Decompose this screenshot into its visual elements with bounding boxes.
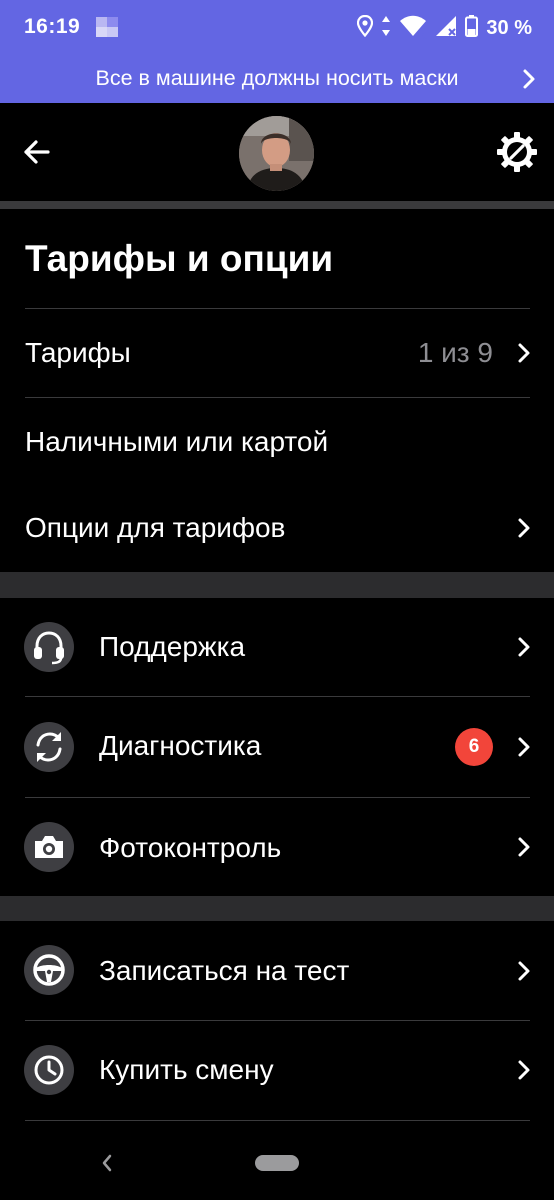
support-label: Поддержка	[99, 631, 246, 662]
test-signup-row[interactable]: Записаться на тест	[0, 921, 554, 1020]
payment-method-label: Наличными или картой	[25, 426, 329, 457]
tariffs-label: Тарифы	[25, 337, 131, 368]
status-time: 16:19	[24, 15, 81, 38]
top-bar: 16:19 5 30 % Все в машине должны носить …	[0, 0, 554, 103]
battery-icon	[465, 14, 479, 42]
refresh-icon	[24, 722, 74, 772]
data-arrows-icon	[381, 15, 391, 42]
diagnostics-row[interactable]: Диагностика 6	[0, 697, 554, 797]
section-separator	[0, 896, 554, 921]
support-row[interactable]: Поддержка	[0, 598, 554, 696]
wifi-icon: 5	[399, 15, 427, 42]
chevron-right-icon	[518, 961, 530, 981]
chevron-right-icon	[518, 518, 530, 538]
payment-method-row[interactable]: Наличными или картой	[0, 398, 554, 486]
test-signup-label: Записаться на тест	[99, 955, 350, 986]
headset-icon	[24, 622, 74, 672]
buy-shift-row[interactable]: Купить смену	[0, 1021, 554, 1120]
banner-text: Все в машине должны носить маски	[95, 66, 459, 90]
arrow-left-icon[interactable]	[22, 137, 52, 167]
photo-control-row[interactable]: Фотоконтроль	[0, 798, 554, 896]
page-title: Тарифы и опции	[25, 238, 334, 279]
status-icons: 5 30 %	[357, 14, 532, 42]
steering-wheel-icon	[24, 945, 74, 995]
diagnostics-label: Диагностика	[99, 730, 262, 761]
notification-badge: 6	[455, 728, 493, 766]
tariff-options-row[interactable]: Опции для тарифов	[0, 486, 554, 572]
chevron-right-icon	[518, 637, 530, 657]
app-notification-icon	[96, 17, 118, 37]
signal-icon	[435, 15, 457, 42]
gear-icon[interactable]	[496, 131, 538, 173]
tariffs-count: 1 из 9	[417, 337, 493, 368]
nav-home-pill[interactable]	[255, 1155, 299, 1171]
app-header	[0, 103, 554, 201]
camera-icon	[24, 822, 74, 872]
nav-back-icon[interactable]	[100, 1153, 114, 1173]
status-bar: 16:19 5 30 %	[0, 0, 554, 56]
wifi-label: 5	[421, 30, 428, 42]
tariffs-row[interactable]: Тарифы 1 из 9	[0, 309, 554, 397]
photo-control-label: Фотоконтроль	[99, 832, 282, 863]
chevron-right-icon	[518, 737, 530, 757]
masks-banner[interactable]: Все в машине должны носить маски	[0, 56, 554, 103]
buy-shift-label: Купить смену	[99, 1054, 274, 1085]
divider	[25, 1120, 530, 1121]
header-divider	[0, 201, 554, 209]
location-icon	[357, 14, 374, 42]
system-nav-bar	[0, 1122, 554, 1200]
chevron-right-icon	[518, 1060, 530, 1080]
tariff-options-label: Опции для тарифов	[25, 512, 286, 543]
chevron-right-icon	[518, 837, 530, 857]
clock-icon	[24, 1045, 74, 1095]
battery-percent: 30 %	[486, 16, 532, 39]
avatar[interactable]	[239, 116, 314, 191]
section-separator	[0, 572, 554, 598]
chevron-right-icon	[523, 69, 535, 89]
chevron-right-icon	[518, 343, 530, 363]
